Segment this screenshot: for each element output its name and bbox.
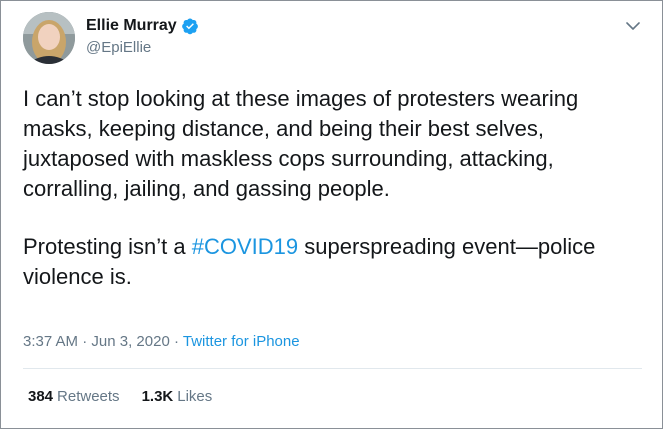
display-name[interactable]: Ellie Murray [86, 17, 177, 35]
meta-separator: · [78, 333, 92, 350]
retweets-label: Retweets [57, 388, 120, 405]
tweet-date[interactable]: Jun 3, 2020 [91, 333, 169, 350]
likes-stat[interactable]: 1.3K Likes [142, 388, 213, 405]
user-names: Ellie Murray @EpiEllie [86, 15, 199, 56]
user-handle[interactable]: @EpiEllie [86, 39, 199, 56]
display-name-row: Ellie Murray [86, 15, 199, 37]
avatar-image [23, 12, 75, 64]
tweet-paragraph-1: I can’t stop looking at these images of … [23, 86, 579, 201]
avatar[interactable] [23, 12, 75, 64]
hashtag-link[interactable]: #COVID19 [192, 234, 298, 259]
retweets-stat[interactable]: 384 Retweets [28, 388, 120, 405]
tweet-stats: 384 Retweets 1.3K Likes [28, 388, 234, 405]
likes-label: Likes [177, 388, 213, 405]
tweet-paragraph-2: Protesting isn’t a #COVID19 superspreadi… [23, 232, 648, 292]
meta-separator: · [169, 333, 183, 350]
tweet-text: I can’t stop looking at these images of … [23, 84, 648, 292]
chevron-down-icon[interactable] [624, 17, 642, 35]
tweet-card: Ellie Murray @EpiEllie I can’t stop look… [0, 0, 663, 429]
likes-count: 1.3K [141, 388, 174, 405]
tweet-meta: 3:37 AM · Jun 3, 2020 · Twitter for iPho… [23, 333, 300, 350]
retweets-count: 384 [28, 388, 54, 405]
tweet-text-before-hashtag: Protesting isn’t a [23, 234, 192, 259]
tweet-source-link[interactable]: Twitter for iPhone [183, 333, 300, 350]
verified-badge-icon [181, 17, 199, 35]
divider [23, 368, 642, 369]
tweet-time[interactable]: 3:37 AM [23, 333, 78, 350]
tweet-header: Ellie Murray @EpiEllie [23, 11, 642, 67]
